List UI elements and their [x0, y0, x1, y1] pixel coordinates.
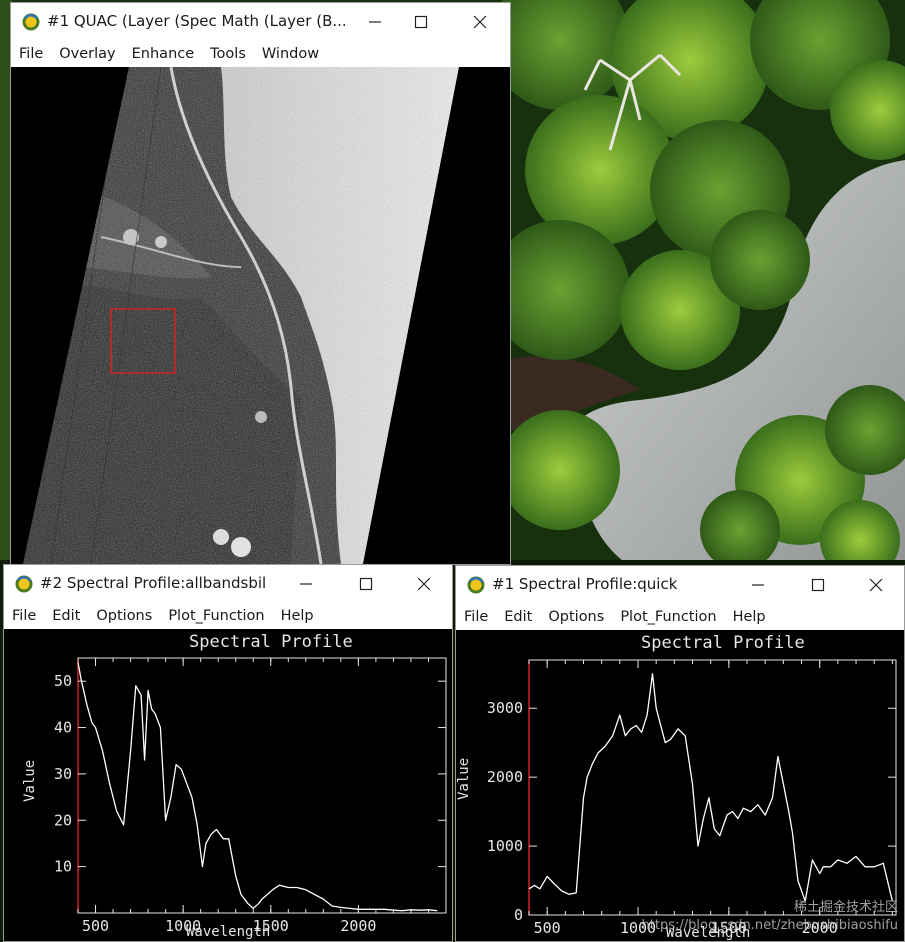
minimize-icon [300, 583, 312, 585]
close-button[interactable] [402, 569, 446, 599]
spectral-profile-window-right[interactable]: #1 Spectral Profile:quick File Edit Opti… [455, 565, 905, 942]
menu-edit[interactable]: Edit [44, 608, 88, 624]
close-icon [869, 578, 883, 592]
maximize-button[interactable] [399, 7, 443, 37]
plot-frame [77, 657, 447, 914]
y-tick-label: 50 [54, 672, 72, 690]
plot-area[interactable]: Spectral Profile Value Wavelength 500 100… [4, 629, 452, 941]
plot-frame [528, 659, 897, 916]
menu-file[interactable]: File [4, 608, 44, 624]
envi-app-icon [15, 575, 33, 593]
y-tick-label: 2000 [487, 768, 523, 786]
close-button[interactable] [854, 570, 898, 600]
maximize-icon [811, 578, 825, 592]
profile-left-menubar: File Edit Options Plot_Function Help [4, 603, 452, 629]
maximize-icon [359, 577, 373, 591]
window-title: #1 Spectral Profile:quick [492, 575, 678, 593]
menu-file[interactable]: File [11, 46, 51, 62]
watermark: 稀土掘金技术社区 https://blog.csdn.net/zhebushib… [642, 899, 898, 935]
spectral-plot-svg: 500 1000 1500 20000100020003000 [487, 659, 897, 937]
minimize-button[interactable] [736, 570, 780, 600]
y-tick-label: 1000 [487, 837, 523, 855]
menu-enhance[interactable]: Enhance [124, 46, 203, 62]
close-button[interactable] [458, 7, 502, 37]
spectral-curve [528, 673, 894, 902]
menu-help[interactable]: Help [725, 609, 774, 625]
y-tick-label: 0 [514, 906, 523, 924]
y-tick-label: 10 [54, 858, 72, 876]
maximize-button[interactable] [344, 569, 388, 599]
minimize-icon [369, 21, 381, 23]
menu-tools[interactable]: Tools [202, 46, 254, 62]
menu-overlay[interactable]: Overlay [51, 46, 123, 62]
watermark-line2: https://blog.csdn.net/zhebushibiaoshifu [641, 918, 898, 933]
x-tick-label: 500 [82, 917, 109, 935]
satellite-image [11, 67, 510, 564]
menu-options[interactable]: Options [540, 609, 612, 625]
close-icon [473, 15, 487, 29]
menu-edit[interactable]: Edit [496, 609, 540, 625]
plot-area[interactable]: Spectral Profile Value Wavelength 500 100… [456, 630, 904, 941]
maximize-icon [414, 15, 428, 29]
envi-app-icon [22, 13, 40, 31]
spectral-plot-svg: 500 1000 1500 2000 10 20 30 40 50 [54, 657, 447, 935]
spectral-profile-window-left[interactable]: #2 Spectral Profile:allbandsbil File Edi… [3, 564, 453, 942]
profile-right-menubar: File Edit Options Plot_Function Help [456, 604, 904, 630]
menu-file[interactable]: File [456, 609, 496, 625]
y-tick-label: 40 [54, 719, 72, 737]
maximize-button[interactable] [796, 570, 840, 600]
menu-plot-function[interactable]: Plot_Function [160, 608, 272, 624]
menu-options[interactable]: Options [88, 608, 160, 624]
image-viewer-window[interactable]: #1 QUAC (Layer (Spec Math (Layer (B... F… [10, 2, 511, 565]
watermark-line1: 稀土掘金技术社区 [793, 900, 898, 915]
close-icon [417, 577, 431, 591]
y-tick-label: 30 [54, 765, 72, 783]
envi-app-icon [467, 576, 485, 594]
minimize-icon [752, 584, 764, 586]
minimize-button[interactable] [284, 569, 328, 599]
x-tick-label: 500 [534, 919, 561, 937]
menu-window[interactable]: Window [254, 46, 327, 62]
minimize-button[interactable] [353, 7, 397, 37]
window-title: #2 Spectral Profile:allbandsbil [40, 574, 267, 592]
menu-help[interactable]: Help [273, 608, 322, 624]
spectral-curve [77, 662, 438, 912]
window-title: #1 QUAC (Layer (Spec Math (Layer (B... [47, 12, 347, 30]
image-display[interactable] [11, 67, 510, 564]
y-tick-label: 3000 [487, 699, 523, 717]
y-tick-label: 20 [54, 811, 72, 829]
image-viewer-titlebar[interactable]: #1 QUAC (Layer (Spec Math (Layer (B... [11, 3, 510, 41]
x-tick-label: 1500 [253, 917, 289, 935]
x-tick-label: 2000 [340, 917, 376, 935]
menu-plot-function[interactable]: Plot_Function [612, 609, 724, 625]
x-tick-label: 1000 [165, 917, 201, 935]
profile-left-titlebar[interactable]: #2 Spectral Profile:allbandsbil [4, 565, 452, 603]
profile-right-titlebar[interactable]: #1 Spectral Profile:quick [456, 566, 904, 604]
image-viewer-menubar: File Overlay Enhance Tools Window [11, 41, 510, 67]
